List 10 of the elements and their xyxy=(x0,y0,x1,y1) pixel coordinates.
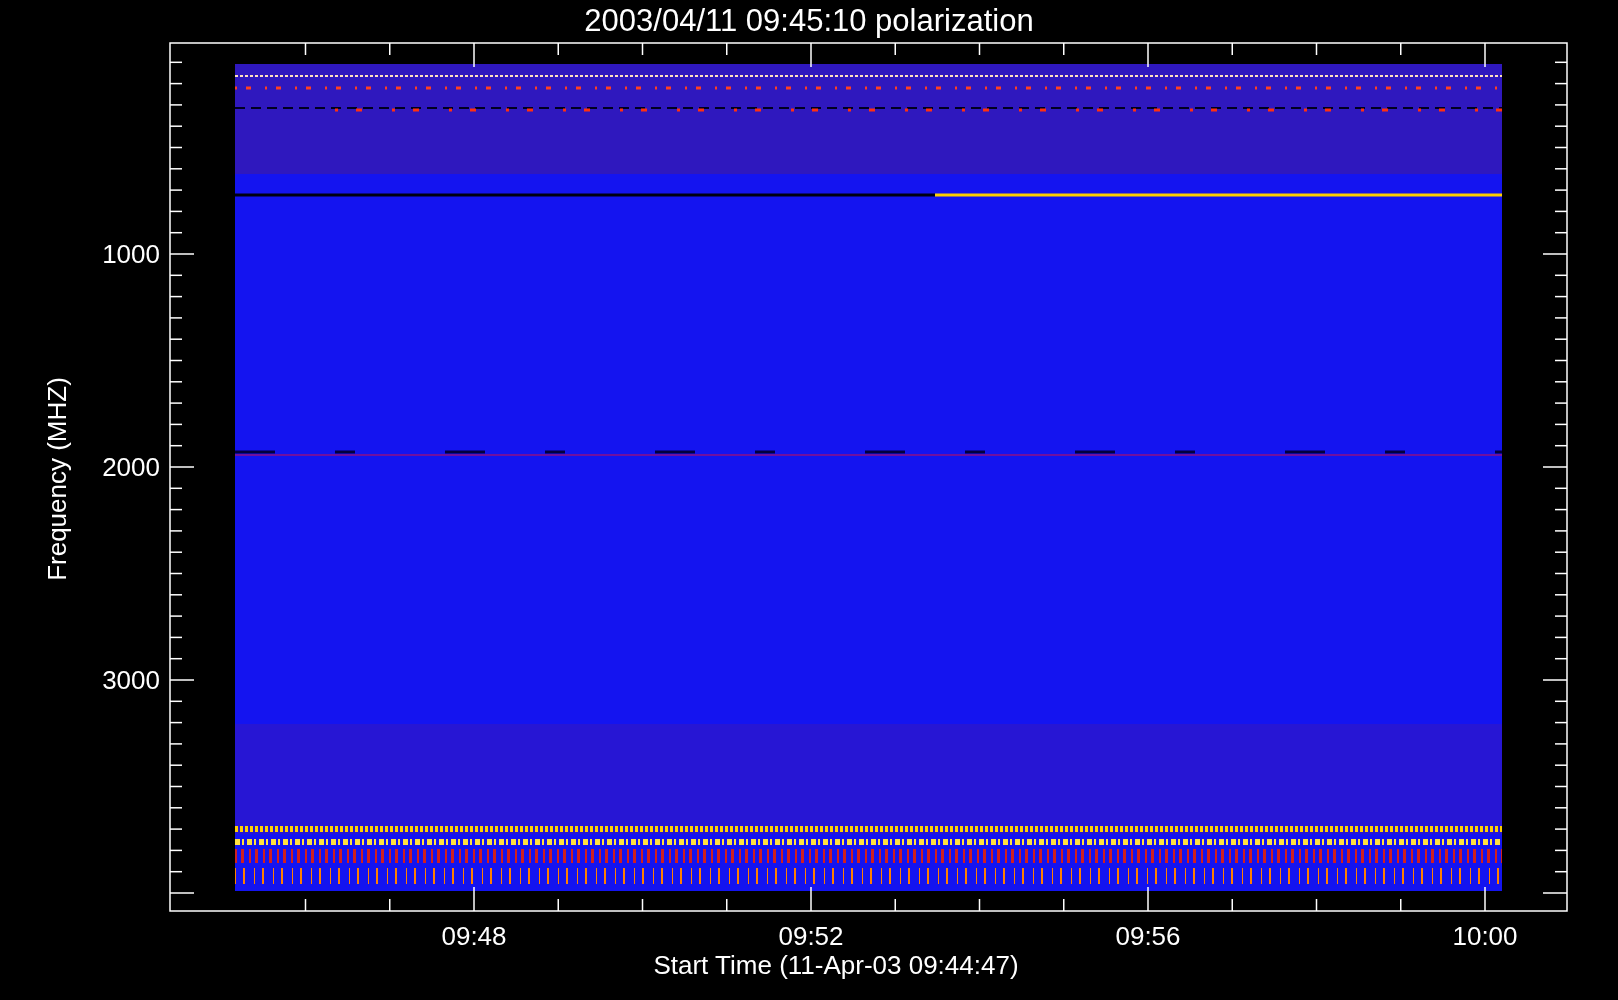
tick-label: 3000 xyxy=(102,665,160,695)
tick-label: 09:48 xyxy=(441,921,507,951)
axis-label: Frequency (MHZ) xyxy=(42,377,72,581)
tick-label: 10:00 xyxy=(1452,921,1518,951)
tick-label: 09:56 xyxy=(1115,921,1181,951)
tick-label: 09:52 xyxy=(778,921,844,951)
tick-label: 2000 xyxy=(102,452,160,482)
tick-label: 1000 xyxy=(102,239,160,269)
axis-label: Start Time (11-Apr-03 09:44:47) xyxy=(653,950,1019,980)
plot-title: 2003/04/11 09:45:10 polarization xyxy=(584,2,1034,40)
